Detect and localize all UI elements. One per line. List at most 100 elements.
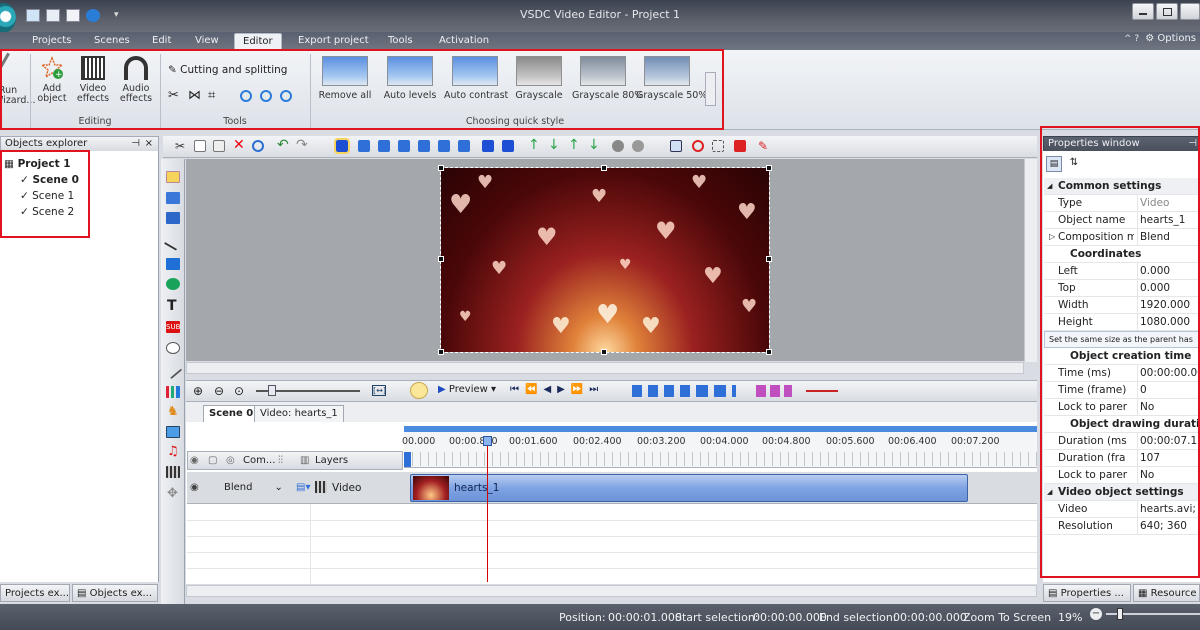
- timeline-start-marker[interactable]: [404, 452, 411, 467]
- group-icon[interactable]: [612, 140, 624, 152]
- cut-icon[interactable]: ✂: [175, 140, 187, 152]
- blend-mode-select[interactable]: Blend ⌄: [224, 482, 283, 493]
- fit-to-screen-icon[interactable]: [482, 140, 494, 152]
- playhead-handle[interactable]: [483, 436, 492, 446]
- undo-icon[interactable]: ↶: [277, 138, 289, 152]
- zoom-out-button[interactable]: −: [1090, 608, 1102, 620]
- zoom-slider-thumb[interactable]: [268, 385, 276, 396]
- subtitle-tool-icon[interactable]: SUB: [166, 321, 180, 333]
- magnet-icon[interactable]: [692, 140, 704, 152]
- align-top-icon[interactable]: [418, 140, 430, 152]
- timeline-horizontal-scrollbar[interactable]: [186, 585, 1037, 597]
- lock-icon[interactable]: ▢: [208, 455, 217, 466]
- image-tool-icon[interactable]: [166, 426, 180, 438]
- ungroup-icon[interactable]: [632, 140, 644, 152]
- send-back-icon[interactable]: ↓: [588, 138, 600, 152]
- resize-handle-w[interactable]: [438, 256, 444, 262]
- resize-handle-nw[interactable]: [438, 165, 444, 171]
- timeline-range-bar[interactable]: [404, 426, 1037, 432]
- close-panel-icon[interactable]: ×: [145, 137, 153, 151]
- zoom-fit-icon[interactable]: ⊙: [234, 384, 244, 398]
- align-center-icon[interactable]: [378, 140, 390, 152]
- copy-icon[interactable]: [194, 140, 206, 152]
- chart-tool-icon[interactable]: [166, 386, 180, 398]
- close-window-button[interactable]: [1180, 3, 1200, 20]
- transport-controls[interactable]: ⏮⏪◀▶⏩⏭: [510, 384, 604, 395]
- pin-icon[interactable]: ⊣: [131, 137, 140, 151]
- properties-icon[interactable]: [670, 140, 682, 152]
- tab-edit[interactable]: Edit: [144, 33, 179, 50]
- track-visibility-icon[interactable]: ◉: [190, 482, 199, 493]
- resize-handle-s[interactable]: [601, 349, 607, 355]
- track-settings-icon[interactable]: ▤▾: [296, 482, 310, 493]
- paste-icon[interactable]: [213, 140, 225, 152]
- audio-tools-icon[interactable]: [806, 390, 838, 392]
- marker-icon[interactable]: [734, 140, 746, 152]
- tab-editor[interactable]: Editor: [234, 33, 282, 50]
- tab-scene-0[interactable]: Scene 0: [203, 405, 260, 422]
- tab-projects-explorer[interactable]: Projects ex...: [0, 584, 70, 602]
- resize-handle-ne[interactable]: [766, 165, 772, 171]
- speech-bubble-tool-icon[interactable]: [166, 342, 180, 354]
- stretch-icon[interactable]: [502, 140, 514, 152]
- tab-view[interactable]: View: [187, 33, 227, 50]
- help-icon[interactable]: ^ ?: [1124, 34, 1139, 44]
- brush-icon[interactable]: ✎: [758, 140, 770, 152]
- select-circle-icon[interactable]: [252, 140, 264, 152]
- zoom-out-icon[interactable]: ⊖: [214, 384, 224, 398]
- delete-icon[interactable]: ✕: [233, 138, 245, 152]
- resize-handle-sw[interactable]: [438, 349, 444, 355]
- cursor-tool-icon[interactable]: [166, 171, 180, 183]
- playhead-clock-icon[interactable]: [410, 382, 428, 399]
- resize-handle-n[interactable]: [601, 165, 607, 171]
- layer-tool-icon[interactable]: [166, 192, 180, 204]
- preview-horizontal-scrollbar[interactable]: [186, 362, 1024, 374]
- tab-scenes[interactable]: Scenes: [86, 33, 138, 50]
- tab-properties[interactable]: ▤ Properties ...: [1043, 584, 1131, 602]
- redo-icon[interactable]: ↷: [296, 138, 308, 152]
- align-middle-icon[interactable]: [438, 140, 450, 152]
- minimize-button[interactable]: [1132, 3, 1154, 20]
- tab-video-hearts[interactable]: Video: hearts_1: [254, 405, 344, 422]
- align-bottom-icon[interactable]: [458, 140, 470, 152]
- move-down-icon[interactable]: ↓: [548, 138, 560, 152]
- align-left-icon[interactable]: [358, 140, 370, 152]
- sprite-tool-icon[interactable]: [166, 212, 180, 224]
- zoom-to-screen-button[interactable]: Zoom To Screen: [963, 611, 1051, 624]
- options-button[interactable]: ⚙ Options: [1145, 33, 1196, 44]
- split-tools-icon[interactable]: [696, 385, 736, 397]
- maximize-button[interactable]: [1156, 3, 1178, 20]
- audio-tool-icon[interactable]: ♫: [167, 444, 179, 459]
- move-tool-icon[interactable]: ✥: [167, 486, 178, 501]
- text-tool-icon[interactable]: T: [167, 298, 177, 314]
- zoom-in-icon[interactable]: ⊕: [193, 384, 203, 398]
- menu-tab-bar: [0, 32, 1200, 50]
- align-selection-icon[interactable]: [334, 138, 350, 154]
- marker-tools-icon[interactable]: [632, 385, 692, 397]
- zoom-range-icon[interactable]: [↔]: [372, 385, 386, 396]
- grid-icon[interactable]: [712, 140, 724, 152]
- animation-tool-icon[interactable]: ♞: [167, 404, 179, 419]
- tab-export-project[interactable]: Export project: [290, 33, 377, 50]
- resize-handle-se[interactable]: [766, 349, 772, 355]
- preview-button[interactable]: ▶ Preview ▾: [438, 384, 496, 395]
- tab-projects[interactable]: Projects: [24, 33, 79, 50]
- ellipse-tool-icon[interactable]: [166, 278, 180, 290]
- video-object-preview[interactable]: ♥ ♥ ♥ ♥ ♥ ♥ ♥ ♥ ♥ ♥ ♥ ♥ ♥ ♥ ♥: [440, 167, 770, 353]
- preview-vertical-scrollbar[interactable]: [1024, 159, 1037, 362]
- ruler-tick-label: 00:07.200: [951, 436, 1000, 447]
- zoom-slider-thumb[interactable]: [1117, 608, 1123, 620]
- rectangle-tool-icon[interactable]: [166, 258, 180, 270]
- resize-handle-e[interactable]: [766, 256, 772, 262]
- tab-objects-explorer[interactable]: ▤ Objects ex...: [72, 584, 158, 602]
- tab-resources[interactable]: ▦ Resource: [1133, 584, 1200, 602]
- visibility-icon[interactable]: ◉: [190, 455, 199, 466]
- video-tool-icon[interactable]: [166, 466, 180, 478]
- cut-region-icon[interactable]: [756, 385, 792, 397]
- move-up-icon[interactable]: ↑: [528, 138, 540, 152]
- bring-front-icon[interactable]: ↑: [568, 138, 580, 152]
- tab-activation[interactable]: Activation: [431, 33, 497, 50]
- align-right-icon[interactable]: [398, 140, 410, 152]
- tab-tools[interactable]: Tools: [380, 33, 421, 50]
- playhead[interactable]: [487, 440, 488, 582]
